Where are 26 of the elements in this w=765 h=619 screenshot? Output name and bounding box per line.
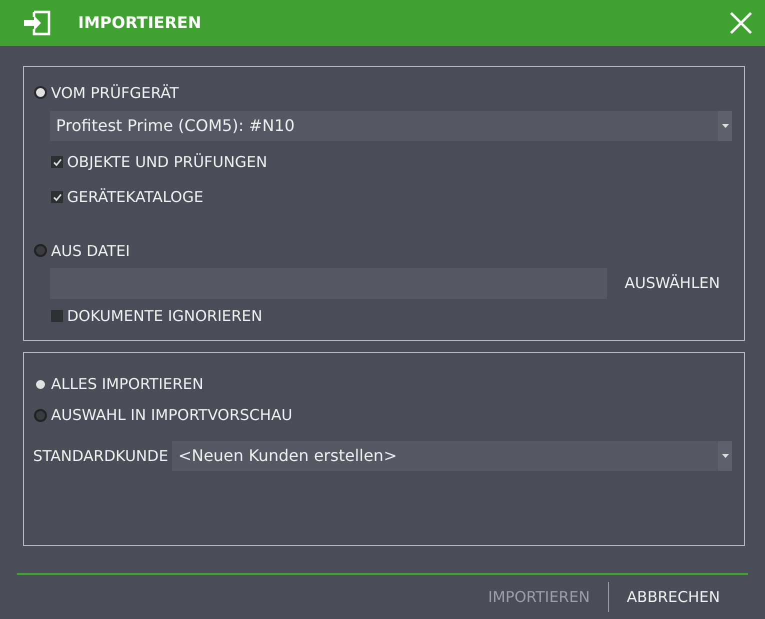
import-icon [22,10,52,36]
caret-icon [718,110,732,141]
device-dropdown[interactable]: Profitest Prime (COM5): #N10 [50,110,732,141]
radio-label: AUS DATEI [51,242,130,260]
radio-button[interactable] [34,244,47,258]
checkbox-label: DOKUMENTE IGNORIEREN [67,307,262,326]
customer-label: STANDARDKUNDE [33,446,168,465]
close-icon [729,10,753,35]
customer-dropdown[interactable]: <Neuen Kunden erstellen> [172,440,732,471]
radio-label: VOM PRÜFGERÄT [51,84,179,102]
window-title: IMPORTIEREN [78,13,202,32]
caret-icon [718,440,732,471]
radio-button[interactable] [34,86,47,100]
checkbox[interactable] [51,156,63,168]
checkbox[interactable] [51,191,63,204]
checkbox[interactable] [51,310,63,322]
select-button[interactable]: AUSWÄHLEN [606,274,732,292]
dialog-button[interactable]: ABBRECHEN [608,588,738,606]
radio-label: ALLES IMPORTIEREN [51,375,204,394]
radio-label: AUSWAHL IN IMPORTVORSCHAU [51,406,292,424]
dropdown-value: Profitest Prime (COM5): #N10 [55,116,295,136]
checkbox-label: GERÄTEKATALOGE [67,188,204,206]
radio-button[interactable] [34,378,47,391]
checkbox-label: OBJEKTE UND PRÜFUNGEN [67,153,268,172]
radio-button[interactable] [34,408,47,422]
dropdown-value: <Neuen Kunden erstellen> [177,446,397,466]
